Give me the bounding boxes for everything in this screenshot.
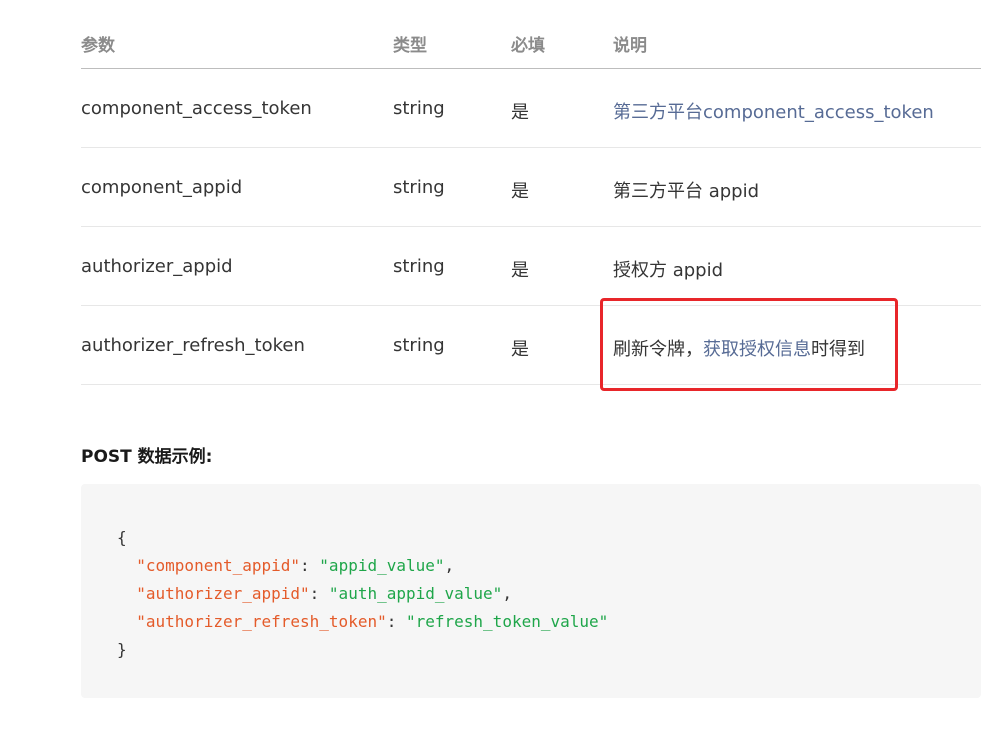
json-value: "appid_value" [319,556,445,575]
param-type: string [393,98,445,119]
param-desc: 第三方平台 appid [613,181,760,202]
code-block: { "component_appid": "appid_value", "aut… [81,484,981,698]
param-name: component_appid [81,177,243,198]
table-header: 参数 类型 必填 说明 [81,0,981,69]
json-value: "refresh_token_value" [405,612,609,631]
header-param: 参数 [81,36,115,56]
post-example-title: POST 数据示例: [81,447,213,467]
param-type: string [393,177,445,198]
param-name: component_access_token [81,98,312,119]
param-required: 是 [511,260,529,281]
json-key: "authorizer_refresh_token" [136,612,387,631]
param-required: 是 [511,181,529,202]
json-key: "authorizer_appid" [136,584,310,603]
param-type: string [393,256,445,277]
param-name: authorizer_appid [81,256,233,277]
param-desc: 第三方平台component_access_token [613,98,934,124]
table-row: component_access_token string 是 第三方平台com… [81,69,981,148]
param-type: string [393,335,445,356]
param-desc: 授权方 appid [613,260,724,281]
highlight-annotation-box [600,298,898,391]
json-value: "auth_appid_value" [328,584,503,603]
param-required: 是 [511,102,529,123]
param-name: authorizer_refresh_token [81,335,305,356]
header-required: 必填 [511,36,545,56]
param-required: 是 [511,339,529,360]
json-code: { "component_appid": "appid_value", "aut… [117,528,609,659]
header-desc: 说明 [613,36,647,56]
close-brace: } [117,640,127,659]
table-row: component_appid string 是 第三方平台 appid [81,148,981,227]
header-type: 类型 [393,36,427,56]
component-access-token-link[interactable]: 第三方平台component_access_token [613,102,934,123]
json-key: "component_appid" [136,556,301,575]
open-brace: { [117,528,127,547]
table-row: authorizer_appid string 是 授权方 appid [81,227,981,306]
